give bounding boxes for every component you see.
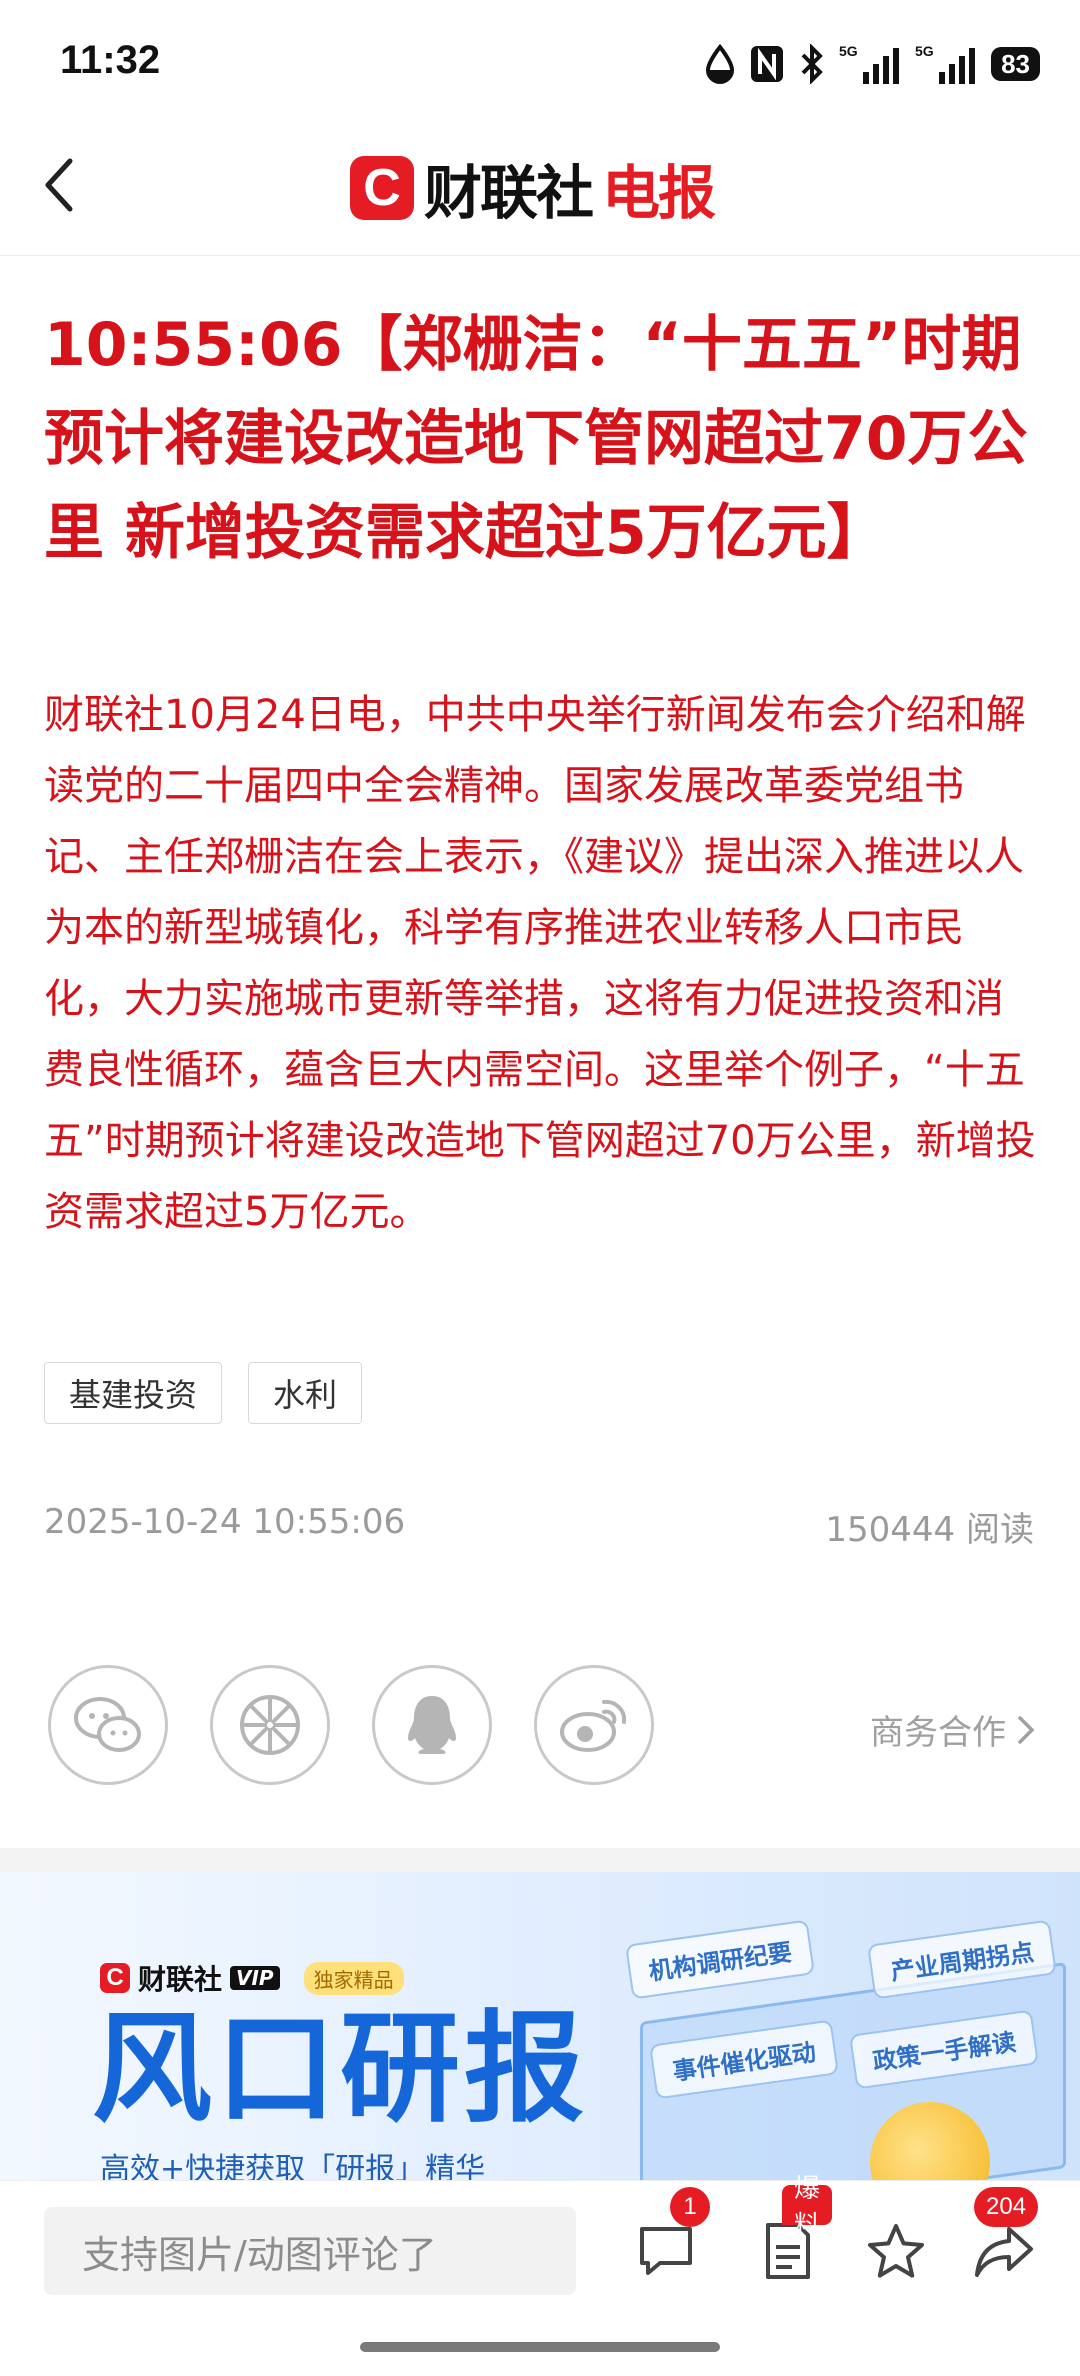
signal-5g-icon: 5G <box>839 42 901 86</box>
article-headline: 10:55:06【郑栅洁：“十五五”时期预计将建设改造地下管网超过70万公里 新… <box>44 310 1028 568</box>
business-cooperation-link[interactable]: 商务合作 <box>870 1705 1036 1754</box>
banner-title: 风口研报 <box>92 2000 588 2139</box>
signal-5g-icon: 5G <box>915 42 977 86</box>
tipoff-button[interactable]: 爆料 <box>752 2174 833 2287</box>
article-body: 财联社10月24日电，中共中央举行新闻发布会介绍和解读党的二十届四中全会精神。国… <box>44 692 1036 1235</box>
app-logo: C 财联社 电报 <box>350 148 716 228</box>
status-time: 11:32 <box>60 38 161 82</box>
share-wechat-button[interactable] <box>48 1665 168 1785</box>
share-button[interactable]: 204 <box>968 2187 1040 2287</box>
business-label: 商务合作 <box>870 1713 1006 1753</box>
bottom-action-bar: 支持图片/动图评论了 1 爆料 204 <box>0 2174 1080 2321</box>
dnd-drop-icon <box>705 42 735 86</box>
wechat-icon <box>74 1697 141 1752</box>
share-row <box>48 1665 654 1785</box>
back-button[interactable] <box>30 150 90 220</box>
app-header: C 财联社 电报 <box>0 120 1080 256</box>
bluetooth-icon <box>799 42 825 86</box>
share-weibo-button[interactable] <box>534 1665 654 1785</box>
qq-icon <box>408 1696 456 1754</box>
logo-mark-icon: C <box>350 156 414 220</box>
weibo-icon <box>560 1699 627 1752</box>
nfc-icon <box>749 42 785 86</box>
comment-input[interactable]: 支持图片/动图评论了 <box>44 2207 576 2295</box>
publish-datetime: 2025-10-24 10:55:06 <box>44 1502 406 1542</box>
chevron-left-icon <box>45 158 73 212</box>
favorite-button[interactable] <box>860 2215 932 2287</box>
share-count-badge: 204 <box>974 2187 1039 2227</box>
exclusive-badge: 独家精品 <box>303 1961 404 1995</box>
svg-text:5G: 5G <box>915 43 934 59</box>
banner-brand-text: 财联社 <box>138 1963 223 1996</box>
battery-indicator: 83 <box>991 47 1040 81</box>
logo-text-telegraph: 电报 <box>602 159 716 227</box>
article-meta: 2025-10-24 10:55:06 150444 阅读 <box>44 1502 1034 1551</box>
banner-brand: C 财联社 VIP 独家精品 <box>100 1958 404 1998</box>
tag-list: 基建投资 水利 <box>44 1362 363 1424</box>
share-qq-button[interactable] <box>372 1665 492 1785</box>
section-divider <box>0 1848 1080 1872</box>
status-bar: 11:32 5G 5G 83 <box>0 0 1080 120</box>
comment-bubble-icon <box>640 2227 692 2275</box>
comment-count-badge: 1 <box>670 2187 710 2227</box>
promo-banner[interactable]: 机构调研纪要 产业周期拐点 事件催化驱动 政策一手解读 C 财联社 VIP 独家… <box>0 1872 1080 2180</box>
svg-text:5G: 5G <box>839 43 858 59</box>
banner-subtitle: 高效+快捷获取「研报」精华 <box>100 2152 486 2180</box>
moments-icon <box>240 1695 300 1755</box>
tag-infrastructure[interactable]: 基建投资 <box>44 1362 223 1424</box>
tag-water[interactable]: 水利 <box>248 1362 363 1424</box>
read-count: 150444 阅读 <box>825 1510 1034 1550</box>
banner-tile: 机构调研纪要 <box>625 1919 815 2000</box>
status-icons: 5G 5G 83 <box>705 40 1040 88</box>
comments-button[interactable]: 1 <box>630 2187 710 2287</box>
share-moments-button[interactable] <box>210 1665 330 1785</box>
vip-badge: VIP <box>230 1966 280 1990</box>
home-indicator[interactable] <box>360 2342 720 2352</box>
tipoff-badge: 爆料 <box>782 2174 833 2241</box>
share-arrow-icon <box>975 2227 1033 2277</box>
chevron-right-icon <box>1018 1715 1035 1744</box>
star-icon <box>868 2224 924 2278</box>
logo-text-brand: 财联社 <box>424 159 594 227</box>
banner-logo-icon: C <box>100 1963 130 1993</box>
